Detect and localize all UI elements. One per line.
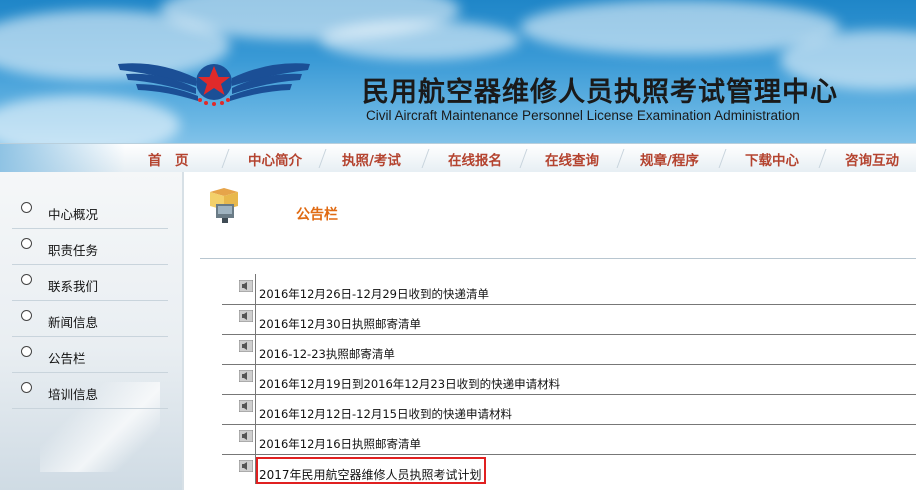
sidebar-item-label: 公告栏 bbox=[48, 351, 86, 366]
list-item[interactable]: 2016年12月12日-12月15日收到的快递申请材料 bbox=[222, 394, 916, 425]
speaker-icon bbox=[239, 340, 253, 352]
notice-link[interactable]: 2016年12月30日执照邮寄清单 bbox=[259, 316, 421, 332]
nav-separator bbox=[519, 149, 528, 168]
caac-wings-logo bbox=[118, 63, 310, 106]
notice-link[interactable]: 2016年12月16日执照邮寄清单 bbox=[259, 436, 421, 452]
speaker-icon bbox=[239, 280, 253, 292]
site-title-en: Civil Aircraft Maintenance Personnel Lic… bbox=[366, 108, 800, 123]
nav-online-query[interactable]: 在线查询 bbox=[545, 149, 599, 169]
section-title: 公告栏 bbox=[296, 207, 338, 223]
list-item[interactable]: 2016年12月30日执照邮寄清单 bbox=[222, 304, 916, 335]
sidebar-item-bulletin[interactable]: 公告栏 bbox=[12, 338, 168, 373]
column-divider bbox=[182, 172, 184, 490]
list-item[interactable]: 2016-12-23执照邮寄清单 bbox=[222, 334, 916, 365]
radio-circle-icon bbox=[21, 382, 32, 393]
list-item[interactable]: 2016年12月16日执照邮寄清单 bbox=[222, 424, 916, 455]
nav-separator bbox=[616, 149, 625, 168]
sidebar-item-news[interactable]: 新闻信息 bbox=[12, 302, 168, 337]
main-nav: 首 页 中心简介 执照/考试 在线报名 在线查询 规章/程序 下载中心 咨询互动 bbox=[0, 143, 916, 172]
row-separator bbox=[255, 424, 256, 454]
speaker-icon bbox=[239, 370, 253, 382]
row-separator bbox=[255, 394, 256, 424]
radio-circle-icon bbox=[21, 346, 32, 357]
content-divider bbox=[200, 258, 916, 259]
row-separator bbox=[255, 274, 256, 304]
nav-separator bbox=[818, 149, 827, 168]
nav-home[interactable]: 首 页 bbox=[148, 149, 189, 169]
radio-circle-icon bbox=[21, 238, 32, 249]
sidebar-item-duties[interactable]: 职责任务 bbox=[12, 230, 168, 265]
notice-link[interactable]: 2016年12月26日-12月29日收到的快递清单 bbox=[259, 286, 489, 302]
highlight-box bbox=[256, 457, 486, 484]
nav-separator bbox=[718, 149, 727, 168]
radio-circle-icon bbox=[21, 202, 32, 213]
sidebar-item-label: 职责任务 bbox=[48, 243, 99, 258]
nav-downloads[interactable]: 下载中心 bbox=[745, 149, 799, 169]
list-item[interactable]: 2016年12月19日到2016年12月23日收到的快递申请材料 bbox=[222, 364, 916, 395]
sidebar-item-contact[interactable]: 联系我们 bbox=[12, 266, 168, 301]
list-item[interactable]: 2016年12月26日-12月29日收到的快递清单 bbox=[222, 274, 916, 305]
speaker-icon bbox=[239, 310, 253, 322]
speaker-icon bbox=[239, 430, 253, 442]
sidebar: 中心概况 职责任务 联系我们 新闻信息 公告栏 培训信息 bbox=[0, 172, 182, 490]
nav-separator bbox=[318, 149, 327, 168]
sidebar-item-label: 联系我们 bbox=[48, 279, 99, 294]
sidebar-item-label: 中心概况 bbox=[48, 207, 99, 222]
nav-fade bbox=[0, 144, 125, 172]
radio-circle-icon bbox=[21, 274, 32, 285]
speaker-icon bbox=[239, 400, 253, 412]
nav-about[interactable]: 中心简介 bbox=[248, 149, 302, 169]
sidebar-item-label: 新闻信息 bbox=[48, 315, 99, 330]
site-title-cn: 民用航空器维修人员执照考试管理中心 bbox=[362, 77, 838, 108]
nav-license-exam[interactable]: 执照/考试 bbox=[342, 149, 401, 169]
nav-separator bbox=[221, 149, 230, 168]
sidebar-item-overview[interactable]: 中心概况 bbox=[12, 194, 168, 229]
speaker-icon bbox=[239, 460, 253, 472]
row-separator bbox=[255, 364, 256, 394]
sidebar-item-label: 培训信息 bbox=[48, 387, 99, 402]
notice-link[interactable]: 2016年12月19日到2016年12月23日收到的快递申请材料 bbox=[259, 376, 560, 392]
radio-circle-icon bbox=[21, 310, 32, 321]
nav-consult[interactable]: 咨询互动 bbox=[845, 149, 899, 169]
bulletin-board-icon bbox=[210, 188, 238, 223]
row-separator bbox=[255, 334, 256, 364]
row-separator bbox=[255, 304, 256, 334]
sidebar-item-training[interactable]: 培训信息 bbox=[12, 374, 168, 409]
cloud-decoration bbox=[320, 20, 520, 60]
notice-link[interactable]: 2016-12-23执照邮寄清单 bbox=[259, 346, 395, 362]
nav-regulations[interactable]: 规章/程序 bbox=[640, 149, 699, 169]
nav-online-register[interactable]: 在线报名 bbox=[448, 149, 502, 169]
header-banner: 民用航空器维修人员执照考试管理中心 Civil Aircraft Mainten… bbox=[0, 0, 916, 172]
notice-link[interactable]: 2016年12月12日-12月15日收到的快递申请材料 bbox=[259, 406, 512, 422]
nav-separator bbox=[421, 149, 430, 168]
